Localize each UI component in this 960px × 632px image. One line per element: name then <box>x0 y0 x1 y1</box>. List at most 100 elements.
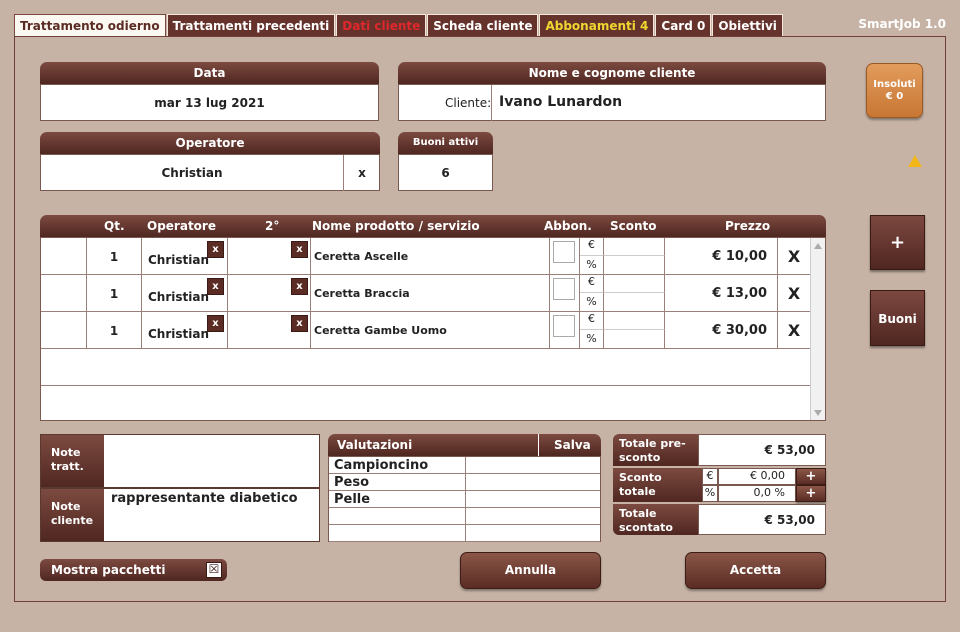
operator-name[interactable]: Christian <box>41 166 343 180</box>
valutazioni-divider <box>538 434 539 456</box>
col-abbon: Abbon. <box>544 219 592 233</box>
client-name[interactable]: Ivano Lunardon <box>499 94 622 110</box>
date-panel: Data mar 13 lug 2021 <box>40 62 379 121</box>
valutazioni-col-divider <box>465 457 466 474</box>
row-operator-clear-button[interactable]: x <box>207 278 224 295</box>
row-sconto-euro-unit: € <box>580 275 604 293</box>
totale-scontato-value: € 53,00 <box>698 504 826 535</box>
col-second-operator: 2° <box>265 219 279 233</box>
row-delete-button[interactable]: X <box>778 238 810 275</box>
operator-panel: Operatore Christian x <box>40 132 380 191</box>
client-divider <box>491 85 492 121</box>
row-select[interactable] <box>41 312 87 349</box>
insoluti-amount: € 0 <box>867 91 922 103</box>
table-row-empty <box>41 349 824 386</box>
row-select[interactable] <box>41 275 87 312</box>
annulla-button[interactable]: Annulla <box>460 552 601 589</box>
valutazioni-row[interactable]: Peso <box>329 474 600 491</box>
valutazioni-row[interactable]: Campioncino <box>329 457 600 474</box>
row-price[interactable]: € 10,00 <box>665 238 778 275</box>
note-tratt-label: Note tratt. <box>41 435 104 488</box>
row-sconto-percent-unit: % <box>580 330 604 349</box>
operator-header: Operatore <box>40 132 380 154</box>
row-product-name[interactable]: Ceretta Braccia <box>311 275 550 312</box>
tab-trattamento-odierno[interactable]: Trattamento odierno <box>14 14 166 38</box>
row-delete-button[interactable]: X <box>778 275 810 312</box>
row-qt[interactable]: 1 <box>87 275 142 312</box>
row-qt[interactable]: 1 <box>87 238 142 275</box>
row-operator-name: Christian <box>148 253 209 267</box>
row-sconto-euro-field[interactable] <box>604 238 665 256</box>
scroll-down-icon[interactable] <box>814 410 822 416</box>
row-second-operator-clear-button[interactable]: x <box>291 315 308 332</box>
note-tratt-field[interactable] <box>104 435 319 488</box>
totale-pre-sconto-label: Totale pre-sconto <box>613 434 698 466</box>
valutazioni-col-divider <box>465 525 466 542</box>
row-product-name[interactable]: Ceretta Gambe Uomo <box>311 312 550 349</box>
row-operator-clear-button[interactable]: x <box>207 241 224 258</box>
row-operator-clear-button[interactable]: x <box>207 315 224 332</box>
totals-panel: Totale pre-sconto € 53,00 Sconto totale … <box>613 434 826 534</box>
valutazioni-save-button[interactable]: Salva <box>554 438 591 452</box>
mostra-pacchetti-toggle[interactable]: Mostra pacchetti ☒ <box>40 559 227 581</box>
sconto-euro-plus-button[interactable]: + <box>796 468 826 485</box>
row-qt[interactable]: 1 <box>87 312 142 349</box>
sconto-percent-field[interactable]: 0,0 % <box>718 485 796 502</box>
table-row[interactable]: 1 Christian x x Ceretta Gambe Uomo € % €… <box>41 312 824 349</box>
valutazioni-row[interactable]: Pelle <box>329 491 600 508</box>
row-select[interactable] <box>41 238 87 275</box>
table-row-empty <box>41 386 824 421</box>
row-second-operator-clear-button[interactable]: x <box>291 278 308 295</box>
row-sconto-percent-unit: % <box>580 256 604 275</box>
tab-dati-cliente[interactable]: Dati cliente <box>336 14 426 37</box>
sconto-euro-field[interactable]: € 0,00 <box>718 468 796 485</box>
mostra-pacchetti-label: Mostra pacchetti <box>51 563 165 577</box>
accetta-button[interactable]: Accetta <box>685 552 826 589</box>
row-sconto-euro-field[interactable] <box>604 312 665 330</box>
valutazioni-row[interactable] <box>329 508 600 525</box>
row-sconto-percent-field[interactable] <box>604 256 665 275</box>
insoluti-label: Insoluti <box>867 79 922 91</box>
table-row[interactable]: 1 Christian x x Ceretta Ascelle € % € 10… <box>41 238 824 275</box>
client-header: Nome e cognome cliente <box>398 62 826 84</box>
tab-abbonamenti[interactable]: Abbonamenti 4 <box>539 14 654 37</box>
add-item-button[interactable]: + <box>870 215 925 270</box>
active-vouchers-value: 6 <box>398 154 493 191</box>
sconto-percent-plus-button[interactable]: + <box>796 485 826 502</box>
row-sconto-percent-field[interactable] <box>604 293 665 312</box>
valutazioni-item-label: Pelle <box>334 492 370 507</box>
row-abbon-checkbox[interactable] <box>553 278 575 300</box>
valutazioni-col-divider <box>465 508 466 525</box>
row-second-operator-clear-button[interactable]: x <box>291 241 308 258</box>
row-sconto-euro-field[interactable] <box>604 275 665 293</box>
row-price[interactable]: € 13,00 <box>665 275 778 312</box>
table-row[interactable]: 1 Christian x x Ceretta Braccia € % € 13… <box>41 275 824 312</box>
vouchers-button[interactable]: Buoni <box>870 290 925 346</box>
mostra-pacchetti-checkbox[interactable]: ☒ <box>206 562 222 578</box>
sconto-percent-unit: % <box>702 485 718 502</box>
tab-obiettivi[interactable]: Obiettivi <box>712 14 783 37</box>
valutazioni-row[interactable] <box>329 525 600 542</box>
valutazioni-header: Valutazioni <box>337 438 412 452</box>
tab-trattamenti-precedenti[interactable]: Trattamenti precedenti <box>167 14 336 37</box>
note-cliente-field[interactable]: rappresentante diabetico <box>111 491 311 506</box>
scroll-up-icon[interactable] <box>814 243 822 249</box>
insoluti-button[interactable]: Insoluti € 0 <box>866 63 923 118</box>
tab-card[interactable]: Card 0 <box>655 14 711 37</box>
totale-pre-sconto-value: € 53,00 <box>698 434 826 466</box>
sconto-euro-unit: € <box>702 468 718 485</box>
row-abbon-checkbox[interactable] <box>553 241 575 263</box>
col-nome: Nome prodotto / servizio <box>312 219 480 233</box>
row-delete-button[interactable]: X <box>778 312 810 349</box>
row-product-name[interactable]: Ceretta Ascelle <box>311 238 550 275</box>
row-abbon <box>550 238 580 275</box>
date-header: Data <box>40 62 379 84</box>
date-value[interactable]: mar 13 lug 2021 <box>40 84 379 121</box>
operator-clear-button[interactable]: x <box>344 166 380 180</box>
row-sconto-percent-field[interactable] <box>604 330 665 349</box>
row-abbon-checkbox[interactable] <box>553 315 575 337</box>
tab-scheda-cliente[interactable]: Scheda cliente <box>427 14 538 37</box>
row-price[interactable]: € 30,00 <box>665 312 778 349</box>
totale-scontato-label: Totale scontato <box>613 504 698 535</box>
table-scrollbar[interactable] <box>810 238 825 421</box>
